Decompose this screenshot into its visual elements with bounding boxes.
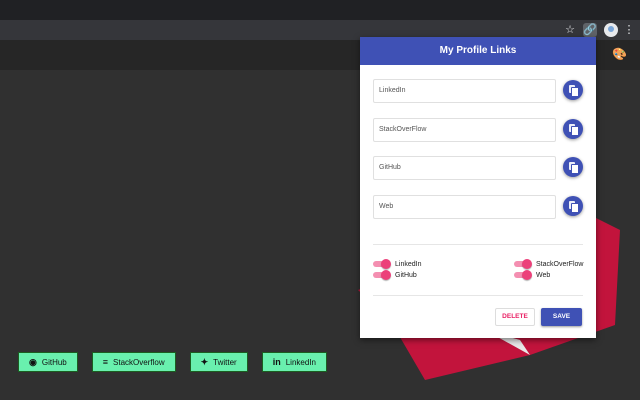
github-input[interactable]: GitHub bbox=[373, 156, 556, 180]
extension-link-icon[interactable]: 🔗 bbox=[583, 23, 597, 37]
popup-title: My Profile Links bbox=[360, 37, 596, 65]
menu-kebab-icon[interactable]: ⋮ bbox=[622, 23, 636, 37]
toggle-linkedin[interactable]: LinkedIn bbox=[373, 259, 421, 269]
linkedin-link-label: LinkedIn bbox=[285, 357, 316, 367]
profile-links-row: ◉ GitHub ≡ StackOverflow ✦ Twitter in Li… bbox=[18, 352, 327, 372]
avatar[interactable] bbox=[604, 23, 618, 37]
toggle-linkedin-label: LinkedIn bbox=[395, 260, 422, 268]
toggle-switch[interactable] bbox=[514, 259, 532, 269]
web-field-row: Web bbox=[373, 195, 583, 221]
web-input[interactable]: Web bbox=[373, 195, 556, 219]
copy-linkedin-button[interactable] bbox=[563, 80, 583, 100]
copy-github-button[interactable] bbox=[563, 157, 583, 177]
stackoverflow-field-row: StackOverFlow bbox=[373, 118, 583, 144]
save-button[interactable]: SAVE bbox=[541, 308, 582, 326]
toggle-switch[interactable] bbox=[373, 259, 391, 269]
stackoverflow-link-label: StackOverflow bbox=[113, 357, 165, 367]
divider bbox=[373, 295, 583, 296]
toggle-web[interactable]: Web bbox=[514, 270, 550, 280]
browser-tab-strip bbox=[0, 0, 640, 20]
toggle-web-label: Web bbox=[536, 271, 551, 279]
github-link-label: GitHub bbox=[41, 357, 67, 367]
github-link-button[interactable]: ◉ GitHub bbox=[18, 352, 78, 372]
stackoverflow-input[interactable]: StackOverFlow bbox=[373, 118, 556, 142]
twitter-link-label: Twitter bbox=[213, 357, 237, 367]
toggle-stackoverflow-label: StackOverFlow bbox=[536, 260, 584, 268]
github-icon: ◉ bbox=[29, 356, 37, 367]
linkedin-link-button[interactable]: in LinkedIn bbox=[261, 352, 327, 372]
toggle-switch[interactable] bbox=[514, 270, 532, 280]
linkedin-input[interactable]: LinkedIn bbox=[373, 79, 556, 103]
github-field-row: GitHub bbox=[373, 156, 583, 182]
copy-stackoverflow-button[interactable] bbox=[563, 119, 583, 139]
stackoverflow-link-button[interactable]: ≡ StackOverflow bbox=[91, 352, 176, 372]
delete-button[interactable]: DELETE bbox=[495, 308, 535, 326]
linkedin-icon: in bbox=[272, 357, 281, 367]
extension-popup: My Profile Links LinkedIn StackOverFlow … bbox=[360, 37, 596, 338]
bookmark-star-icon[interactable]: ☆ bbox=[563, 23, 577, 37]
linkedin-field-row: LinkedIn bbox=[373, 79, 583, 105]
twitter-link-button[interactable]: ✦ Twitter bbox=[189, 352, 248, 372]
palette-icon[interactable]: 🎨 bbox=[612, 47, 627, 61]
toggle-stackoverflow[interactable]: StackOverFlow bbox=[514, 259, 583, 269]
copy-web-button[interactable] bbox=[563, 196, 583, 216]
twitter-icon: ✦ bbox=[200, 356, 209, 367]
stackoverflow-icon: ≡ bbox=[102, 357, 109, 367]
divider bbox=[373, 244, 583, 245]
toggle-github-label: GitHub bbox=[395, 271, 417, 279]
toggle-switch[interactable] bbox=[373, 270, 391, 280]
toggle-github[interactable]: GitHub bbox=[373, 270, 417, 280]
